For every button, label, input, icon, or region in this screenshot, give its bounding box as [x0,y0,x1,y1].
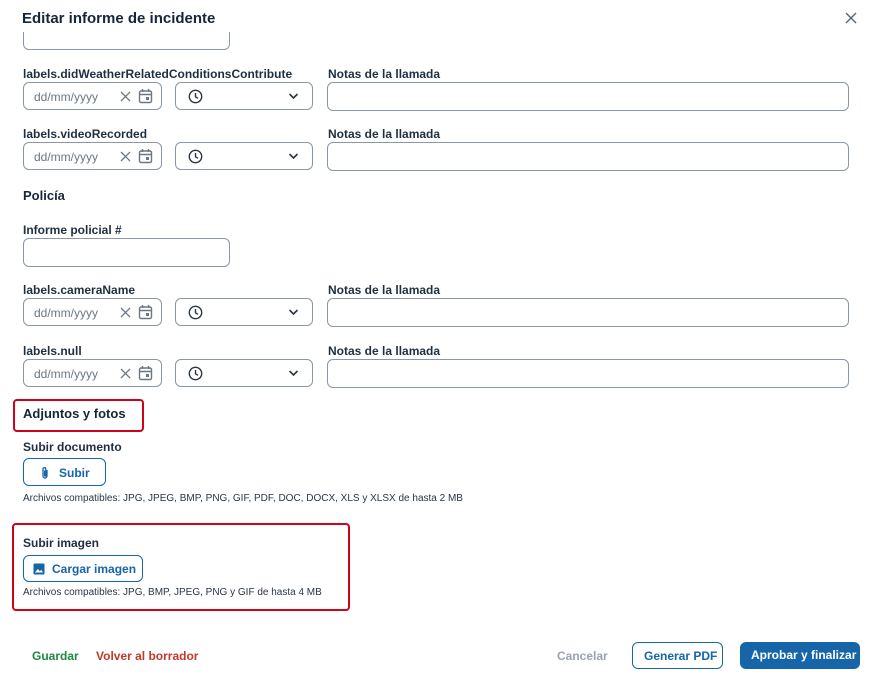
time-select[interactable] [175,298,313,326]
clock-icon [188,149,203,164]
upload-image-button-label: Cargar imagen [52,562,137,576]
date-placeholder: dd/mm/yyyy [34,367,99,381]
date-placeholder: dd/mm/yyyy [34,150,99,164]
call-notes-input[interactable] [327,82,849,111]
close-icon[interactable] [843,10,859,26]
calendar-icon[interactable] [138,148,153,164]
upload-document-button-label: Subir [59,466,90,480]
call-notes-input[interactable] [327,359,849,388]
attachments-section-title: Adjuntos y fotos [23,406,126,421]
notes-label: Notas de la llamada [328,67,441,81]
row-label: labels.null [23,344,82,358]
row-label: labels.didWeatherRelatedConditionsContri… [23,67,293,81]
police-report-input[interactable] [23,238,230,267]
clear-icon[interactable] [119,150,132,163]
time-select[interactable] [175,142,313,170]
dialog-title: Editar informe de incidente [22,10,216,27]
police-report-label: Informe policial # [23,223,122,237]
notes-label: Notas de la llamada [328,127,441,141]
date-field[interactable]: dd/mm/yyyy [23,82,162,110]
date-field[interactable]: dd/mm/yyyy [23,359,162,387]
clear-icon[interactable] [119,367,132,380]
generate-pdf-button[interactable]: Generar PDF [632,642,723,669]
row-label: labels.videoRecorded [23,127,148,141]
chevron-down-icon [288,370,299,377]
image-icon [33,563,45,575]
clock-icon [188,366,203,381]
calendar-icon[interactable] [138,304,153,320]
chevron-down-icon [288,153,299,160]
date-field[interactable]: dd/mm/yyyy [23,142,162,170]
date-placeholder: dd/mm/yyyy [34,306,99,320]
approve-finalize-button[interactable]: Aprobar y finalizar [740,642,860,669]
row-label: labels.cameraName [23,283,136,297]
police-section-title: Policía [23,188,65,203]
date-placeholder: dd/mm/yyyy [34,90,99,104]
chevron-down-icon [288,309,299,316]
upload-image-label: Subir imagen [23,536,100,550]
document-formats-hint: Archivos compatibles: JPG, JPEG, BMP, PN… [23,493,463,504]
upload-image-button[interactable]: Cargar imagen [23,555,143,582]
approve-finalize-label: Aprobar y finalizar [751,648,857,662]
date-field[interactable]: dd/mm/yyyy [23,298,162,326]
cancel-link[interactable]: Cancelar [557,649,608,663]
call-notes-input[interactable] [327,298,849,327]
time-select[interactable] [175,82,313,110]
call-notes-input[interactable] [327,142,849,171]
clock-icon [188,89,203,104]
clock-icon [188,305,203,320]
image-formats-hint: Archivos compatibles: JPG, BMP, JPEG, PN… [23,587,322,598]
save-link[interactable]: Guardar [32,649,79,663]
notes-label: Notas de la llamada [328,283,441,297]
back-to-draft-link[interactable]: Volver al borrador [96,649,198,663]
calendar-icon[interactable] [138,88,153,104]
partial-text-field[interactable] [23,32,230,50]
paperclip-icon [42,467,48,479]
notes-label: Notas de la llamada [328,344,441,358]
clear-icon[interactable] [119,306,132,319]
upload-document-button[interactable]: Subir [23,458,106,486]
generate-pdf-label: Generar PDF [644,649,718,663]
clear-icon[interactable] [119,90,132,103]
calendar-icon[interactable] [138,365,153,381]
time-select[interactable] [175,359,313,387]
upload-document-label: Subir documento [23,440,122,454]
chevron-down-icon [288,93,299,100]
